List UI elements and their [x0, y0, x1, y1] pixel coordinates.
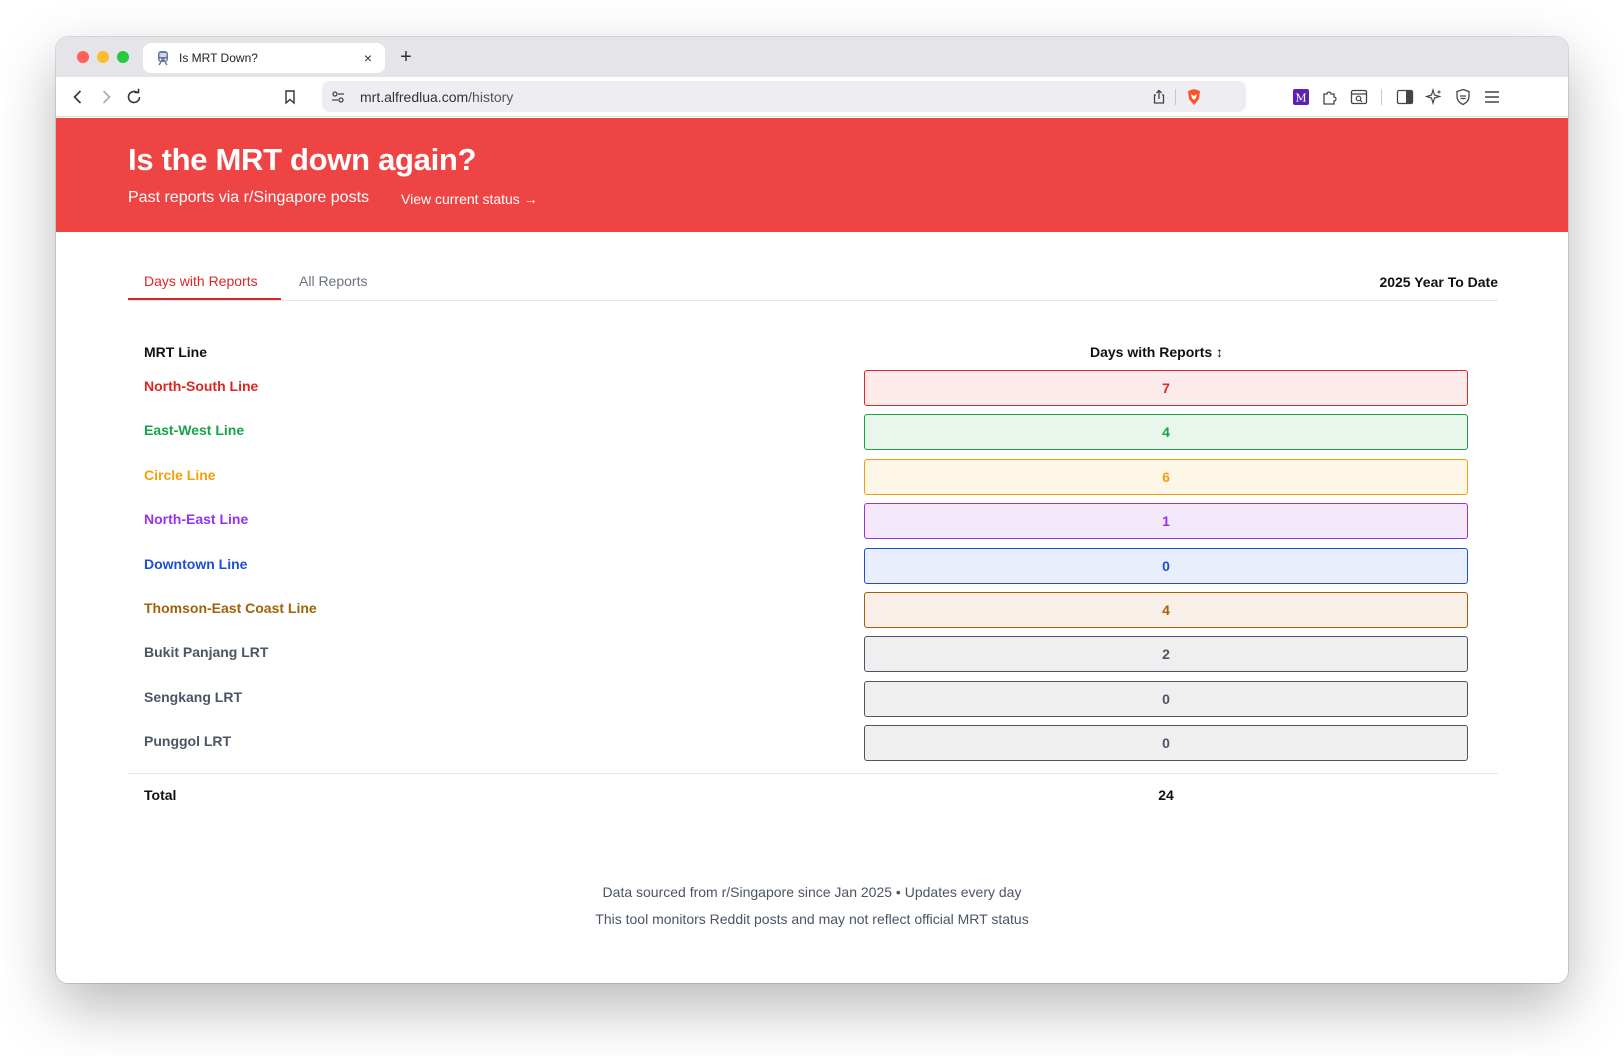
brave-shields-icon[interactable]	[1182, 85, 1206, 109]
reader-search-icon[interactable]	[1347, 85, 1371, 109]
minimize-window-button[interactable]	[97, 51, 109, 63]
extensions-puzzle-icon[interactable]	[1318, 85, 1342, 109]
line-name: Circle Line	[144, 466, 216, 483]
column-header-mrt-line: MRT Line	[144, 344, 207, 360]
days-count-box: 1	[864, 503, 1468, 540]
close-window-button[interactable]	[77, 51, 89, 63]
active-tab-indicator	[128, 298, 281, 300]
url-host: mrt.alfredlua.com	[360, 89, 469, 105]
browser-tab[interactable]: Is MRT Down? ×	[143, 43, 385, 73]
address-bar[interactable]: mrt.alfredlua.com/history	[322, 81, 1246, 112]
line-name: North-East Line	[144, 511, 249, 528]
days-count-value: 2	[1162, 646, 1170, 663]
bookmark-icon[interactable]	[278, 85, 302, 109]
url-divider	[1175, 89, 1176, 105]
vpn-shield-icon[interactable]	[1451, 85, 1475, 109]
days-count-box: 6	[864, 458, 1468, 495]
days-count-value: 4	[1162, 602, 1170, 618]
days-count-value: 0	[1162, 557, 1170, 574]
menu-icon[interactable]	[1480, 85, 1504, 109]
line-name: Thomson-East Coast Line	[144, 600, 317, 616]
total-label: Total	[144, 787, 177, 803]
reload-icon[interactable]	[122, 85, 146, 109]
days-count-box: 4	[864, 414, 1468, 451]
line-name: Sengkang LRT	[144, 688, 243, 705]
train-icon	[155, 50, 171, 66]
tab-days-with-reports[interactable]: Days with Reports	[144, 273, 258, 289]
share-icon[interactable]	[1147, 85, 1171, 109]
period-label: 2025 Year To Date	[1379, 274, 1498, 290]
days-count-box: 0	[864, 680, 1468, 717]
total-value: 24	[1158, 787, 1174, 803]
days-count-value: 6	[1162, 468, 1170, 485]
days-count-value: 4	[1162, 424, 1170, 441]
forward-icon[interactable]	[94, 85, 118, 109]
days-count-box: 0	[864, 725, 1468, 762]
close-tab-icon[interactable]: ×	[359, 49, 377, 67]
column-header-days-sort[interactable]: Days with Reports ↕	[1090, 344, 1230, 360]
tab-title: Is MRT Down?	[179, 51, 258, 65]
site-settings-icon[interactable]	[326, 85, 350, 109]
line-name: Bukit Panjang LRT	[144, 644, 269, 661]
page-content: Is the MRT down again? Past reports via …	[56, 118, 1568, 983]
new-tab-button[interactable]: +	[395, 46, 417, 68]
back-icon[interactable]	[66, 85, 90, 109]
navigation-bar: mrt.alfredlua.com/history M	[56, 77, 1568, 117]
leo-ai-icon[interactable]	[1422, 85, 1446, 109]
toolbar-divider	[1381, 89, 1382, 105]
sidebar-toggle-icon[interactable]	[1393, 85, 1417, 109]
days-count-box: 7	[864, 370, 1468, 406]
days-count-value: 0	[1162, 690, 1170, 707]
line-name: Downtown Line	[144, 555, 248, 572]
hero-banner: Is the MRT down again? Past reports via …	[56, 118, 1568, 232]
page-title: Is the MRT down again?	[128, 142, 477, 177]
days-count-box: 0	[864, 547, 1468, 584]
page-subtitle: Past reports via r/Singapore posts	[128, 189, 370, 206]
tab-strip: Is MRT Down? × +	[56, 37, 1568, 77]
svg-text:M: M	[1295, 92, 1306, 105]
footer-source-note: Data sourced from r/Singapore since Jan …	[602, 884, 1022, 900]
browser-window: Is MRT Down? × + mrt.alfredlua.com/histo…	[56, 37, 1568, 983]
days-count-value: 7	[1162, 380, 1170, 396]
zoom-window-button[interactable]	[117, 51, 129, 63]
days-count-box: 2	[864, 636, 1468, 673]
total-divider	[128, 773, 1498, 774]
view-current-status-link[interactable]: View current status →	[401, 191, 538, 207]
days-count-value: 0	[1162, 735, 1170, 752]
url-path: /history	[468, 89, 514, 105]
footer-disclaimer: This tool monitors Reddit posts and may …	[595, 911, 1029, 927]
extension-m-icon[interactable]: M	[1289, 85, 1313, 109]
line-name: North-South Line	[144, 378, 259, 394]
days-count-box: 4	[864, 592, 1468, 628]
days-count-value: 1	[1162, 513, 1170, 530]
url-text[interactable]: mrt.alfredlua.com/history	[360, 89, 513, 105]
tab-all-reports[interactable]: All Reports	[299, 273, 367, 289]
line-name: Punggol LRT	[144, 733, 232, 750]
line-name: East-West Line	[144, 422, 245, 439]
report-tabs: Days with Reports All Reports 2025 Year …	[128, 268, 1498, 301]
